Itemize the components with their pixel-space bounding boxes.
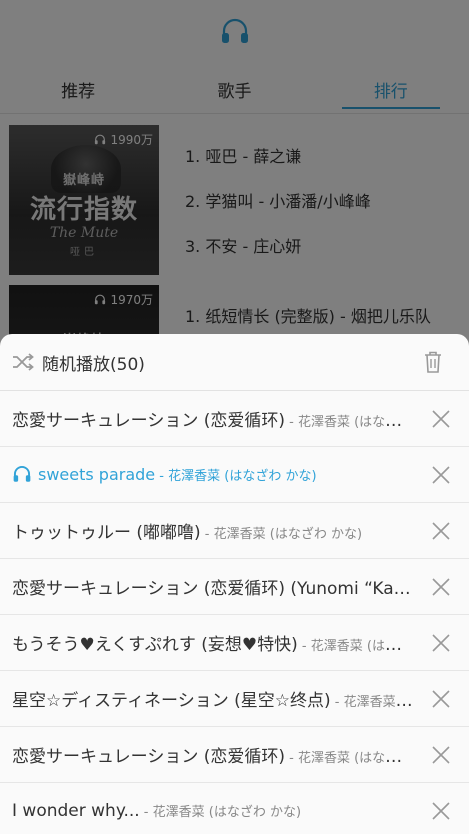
- track-artist: - 花澤香菜 (はなざわ かな): [155, 469, 317, 484]
- playlist-track[interactable]: 星空☆ディスティネーション (星空☆终点) - 花澤香菜 (はなざわ かな): [0, 671, 469, 727]
- track-text: 恋愛サーキュレーション (恋爱循环) (Yunomi “Kawaii Futur…: [12, 574, 413, 599]
- close-icon: [432, 745, 450, 764]
- track-title: sweets parade: [38, 465, 156, 484]
- track-text: 恋愛サーキュレーション (恋爱循环) - 花澤香菜 (はなざわ かな): [12, 406, 413, 431]
- track-text: sweets parade - 花澤香菜 (はなざわ かな): [12, 465, 413, 484]
- track-title: 恋愛サーキュレーション (恋爱循环): [12, 411, 285, 431]
- track-artist: - 花澤香菜 (はなざわ かな): [289, 751, 413, 766]
- track-title: トゥットゥルー (嘟嘟噜): [12, 523, 201, 543]
- playlist-sheet: 随机播放(50) 恋愛サーキュレーション (恋爱循环) - 花澤香菜 (はなざわ…: [0, 334, 469, 834]
- close-icon: [432, 465, 450, 484]
- track-title: 恋愛サーキュレーション (恋爱循环) (Yunomi “Kawaii Futur…: [12, 579, 413, 599]
- remove-track-button[interactable]: [413, 727, 469, 783]
- clear-playlist-button[interactable]: [421, 350, 445, 374]
- playlist-track[interactable]: I wonder why... - 花澤香菜 (はなざわ かな): [0, 783, 469, 834]
- track-artist: - 花澤香菜 (はなざわ かな): [301, 639, 413, 654]
- playlist-track[interactable]: 恋愛サーキュレーション (恋爱循环) - 花澤香菜 (はなざわ かな): [0, 391, 469, 447]
- playlist-track[interactable]: もうそう♥えくすぷれす (妄想♥特快) - 花澤香菜 (はなざわ かな): [0, 615, 469, 671]
- track-artist: - 花澤香菜 (はなざわ かな): [139, 804, 302, 820]
- remove-track-button[interactable]: [413, 615, 469, 671]
- track-text: もうそう♥えくすぷれす (妄想♥特快) - 花澤香菜 (はなざわ かな): [12, 630, 413, 655]
- playlist-track[interactable]: 恋愛サーキュレーション (恋爱循环) - 花澤香菜 (はなざわ かな): [0, 727, 469, 783]
- track-text: I wonder why... - 花澤香菜 (はなざわ かな): [12, 801, 413, 821]
- close-icon: [432, 409, 450, 428]
- track-list: 恋愛サーキュレーション (恋爱循环) - 花澤香菜 (はなざわ かな)sweet…: [0, 391, 469, 834]
- playlist-track[interactable]: 恋愛サーキュレーション (恋爱循环) (Yunomi “Kawaii Futur…: [0, 559, 469, 615]
- remove-track-button[interactable]: [413, 671, 469, 727]
- remove-track-button[interactable]: [413, 783, 469, 834]
- close-icon: [432, 521, 450, 540]
- close-icon: [432, 801, 450, 820]
- play-mode-label: 随机播放(50): [42, 354, 145, 375]
- remove-track-button[interactable]: [413, 391, 469, 447]
- close-icon: [432, 689, 450, 708]
- now-playing-icon: [12, 465, 38, 484]
- track-title: 恋愛サーキュレーション (恋爱循环): [12, 747, 285, 767]
- track-text: トゥットゥルー (嘟嘟噜) - 花澤香菜 (はなざわ かな): [12, 518, 413, 543]
- track-title: もうそう♥えくすぷれす (妄想♥特快): [12, 635, 298, 655]
- track-artist: - 花澤香菜 (はなざわ かな): [334, 695, 413, 710]
- track-title: 星空☆ディスティネーション (星空☆终点): [12, 691, 331, 711]
- track-title: I wonder why...: [12, 800, 140, 821]
- shuffle-icon: [13, 353, 34, 371]
- trash-icon: [425, 351, 441, 373]
- remove-track-button[interactable]: [413, 503, 469, 559]
- track-artist: - 花澤香菜 (はなざわ かな): [289, 415, 413, 430]
- track-text: 恋愛サーキュレーション (恋爱循环) - 花澤香菜 (はなざわ かな): [12, 742, 413, 767]
- track-artist: - 花澤香菜 (はなざわ かな): [200, 527, 363, 542]
- play-mode-button[interactable]: 随机播放(50): [12, 350, 421, 375]
- close-icon: [432, 577, 450, 596]
- close-icon: [432, 633, 450, 652]
- playlist-track[interactable]: トゥットゥルー (嘟嘟噜) - 花澤香菜 (はなざわ かな): [0, 503, 469, 559]
- remove-track-button[interactable]: [413, 447, 469, 503]
- playlist-track[interactable]: sweets parade - 花澤香菜 (はなざわ かな): [0, 447, 469, 503]
- track-text: 星空☆ディスティネーション (星空☆终点) - 花澤香菜 (はなざわ かな): [12, 686, 413, 711]
- remove-track-button[interactable]: [413, 559, 469, 615]
- playlist-header: 随机播放(50): [0, 334, 469, 391]
